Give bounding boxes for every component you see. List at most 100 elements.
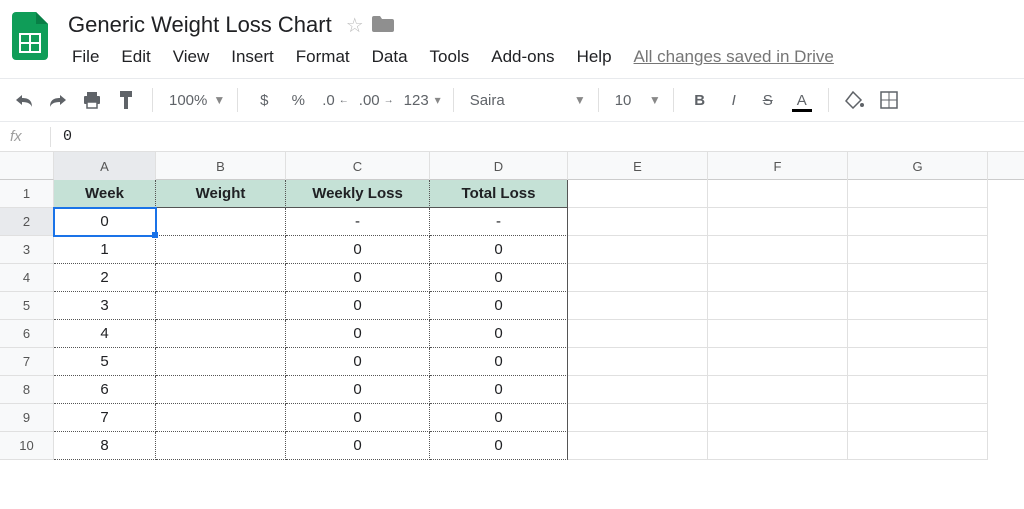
cell-b1[interactable]: Weight bbox=[156, 180, 286, 208]
zoom-select[interactable]: 100%▼ bbox=[165, 86, 225, 114]
cell-b2[interactable] bbox=[156, 208, 286, 236]
cell-b10[interactable] bbox=[156, 432, 286, 460]
menu-data[interactable]: Data bbox=[362, 43, 418, 71]
cell-g2[interactable] bbox=[848, 208, 988, 236]
cell-d9[interactable]: 0 bbox=[430, 404, 568, 432]
folder-icon[interactable] bbox=[372, 14, 394, 37]
cell-e7[interactable] bbox=[568, 348, 708, 376]
document-title[interactable]: Generic Weight Loss Chart bbox=[62, 10, 338, 40]
cell-c1[interactable]: Weekly Loss bbox=[286, 180, 430, 208]
print-button[interactable] bbox=[78, 86, 106, 114]
row-header-2[interactable]: 2 bbox=[0, 208, 54, 236]
cell-e5[interactable] bbox=[568, 292, 708, 320]
cell-b9[interactable] bbox=[156, 404, 286, 432]
text-color-button[interactable]: A bbox=[788, 86, 816, 114]
cell-c9[interactable]: 0 bbox=[286, 404, 430, 432]
bold-button[interactable]: B bbox=[686, 86, 714, 114]
cell-a9[interactable]: 7 bbox=[54, 404, 156, 432]
cell-f10[interactable] bbox=[708, 432, 848, 460]
cell-f4[interactable] bbox=[708, 264, 848, 292]
redo-button[interactable] bbox=[44, 86, 72, 114]
cell-e4[interactable] bbox=[568, 264, 708, 292]
percent-button[interactable]: % bbox=[284, 86, 312, 114]
cell-d4[interactable]: 0 bbox=[430, 264, 568, 292]
cell-f2[interactable] bbox=[708, 208, 848, 236]
cell-g1[interactable] bbox=[848, 180, 988, 208]
cell-a1[interactable]: Week bbox=[54, 180, 156, 208]
cell-e1[interactable] bbox=[568, 180, 708, 208]
cell-c4[interactable]: 0 bbox=[286, 264, 430, 292]
cell-c3[interactable]: 0 bbox=[286, 236, 430, 264]
paint-format-button[interactable] bbox=[112, 86, 140, 114]
menu-edit[interactable]: Edit bbox=[111, 43, 160, 71]
cell-e8[interactable] bbox=[568, 376, 708, 404]
row-header-5[interactable]: 5 bbox=[0, 292, 54, 320]
cell-d7[interactable]: 0 bbox=[430, 348, 568, 376]
row-header-9[interactable]: 9 bbox=[0, 404, 54, 432]
row-header-7[interactable]: 7 bbox=[0, 348, 54, 376]
cell-b5[interactable] bbox=[156, 292, 286, 320]
cell-f6[interactable] bbox=[708, 320, 848, 348]
cell-d2[interactable]: - bbox=[430, 208, 568, 236]
cell-e2[interactable] bbox=[568, 208, 708, 236]
cell-b7[interactable] bbox=[156, 348, 286, 376]
cell-c5[interactable]: 0 bbox=[286, 292, 430, 320]
save-status[interactable]: All changes saved in Drive bbox=[634, 47, 834, 67]
cell-g8[interactable] bbox=[848, 376, 988, 404]
cell-a5[interactable]: 3 bbox=[54, 292, 156, 320]
col-header-e[interactable]: E bbox=[568, 152, 708, 180]
cell-e6[interactable] bbox=[568, 320, 708, 348]
strikethrough-button[interactable]: S bbox=[754, 86, 782, 114]
cell-b6[interactable] bbox=[156, 320, 286, 348]
col-header-g[interactable]: G bbox=[848, 152, 988, 180]
cell-g10[interactable] bbox=[848, 432, 988, 460]
col-header-c[interactable]: C bbox=[286, 152, 430, 180]
cell-b3[interactable] bbox=[156, 236, 286, 264]
cell-d8[interactable]: 0 bbox=[430, 376, 568, 404]
cell-d5[interactable]: 0 bbox=[430, 292, 568, 320]
menu-view[interactable]: View bbox=[163, 43, 220, 71]
cell-f5[interactable] bbox=[708, 292, 848, 320]
cell-d3[interactable]: 0 bbox=[430, 236, 568, 264]
cell-g5[interactable] bbox=[848, 292, 988, 320]
borders-button[interactable] bbox=[875, 86, 903, 114]
formula-input[interactable]: 0 bbox=[63, 128, 72, 145]
menu-file[interactable]: File bbox=[62, 43, 109, 71]
cell-g9[interactable] bbox=[848, 404, 988, 432]
more-formats-button[interactable]: 123▾ bbox=[400, 86, 441, 114]
menu-tools[interactable]: Tools bbox=[420, 43, 480, 71]
row-header-6[interactable]: 6 bbox=[0, 320, 54, 348]
cell-a3[interactable]: 1 bbox=[54, 236, 156, 264]
cell-g4[interactable] bbox=[848, 264, 988, 292]
cell-c6[interactable]: 0 bbox=[286, 320, 430, 348]
fill-color-button[interactable] bbox=[841, 86, 869, 114]
cell-g6[interactable] bbox=[848, 320, 988, 348]
italic-button[interactable]: I bbox=[720, 86, 748, 114]
currency-button[interactable]: $ bbox=[250, 86, 278, 114]
cell-a6[interactable]: 4 bbox=[54, 320, 156, 348]
row-header-3[interactable]: 3 bbox=[0, 236, 54, 264]
cell-c8[interactable]: 0 bbox=[286, 376, 430, 404]
star-icon[interactable]: ☆ bbox=[346, 13, 364, 38]
row-header-10[interactable]: 10 bbox=[0, 432, 54, 460]
font-size-select[interactable]: 10▼ bbox=[611, 86, 661, 114]
select-all-corner[interactable] bbox=[0, 152, 54, 180]
cell-e9[interactable] bbox=[568, 404, 708, 432]
row-header-1[interactable]: 1 bbox=[0, 180, 54, 208]
col-header-f[interactable]: F bbox=[708, 152, 848, 180]
cell-g3[interactable] bbox=[848, 236, 988, 264]
cell-a7[interactable]: 5 bbox=[54, 348, 156, 376]
cell-a2[interactable]: 0 bbox=[54, 208, 156, 236]
cell-a8[interactable]: 6 bbox=[54, 376, 156, 404]
cell-b8[interactable] bbox=[156, 376, 286, 404]
cell-f3[interactable] bbox=[708, 236, 848, 264]
menu-help[interactable]: Help bbox=[567, 43, 622, 71]
increase-decimal-button[interactable]: .00→ bbox=[355, 86, 394, 114]
cell-f9[interactable] bbox=[708, 404, 848, 432]
cell-d6[interactable]: 0 bbox=[430, 320, 568, 348]
cell-a4[interactable]: 2 bbox=[54, 264, 156, 292]
cell-g7[interactable] bbox=[848, 348, 988, 376]
cell-c2[interactable]: - bbox=[286, 208, 430, 236]
cell-d10[interactable]: 0 bbox=[430, 432, 568, 460]
cell-e10[interactable] bbox=[568, 432, 708, 460]
